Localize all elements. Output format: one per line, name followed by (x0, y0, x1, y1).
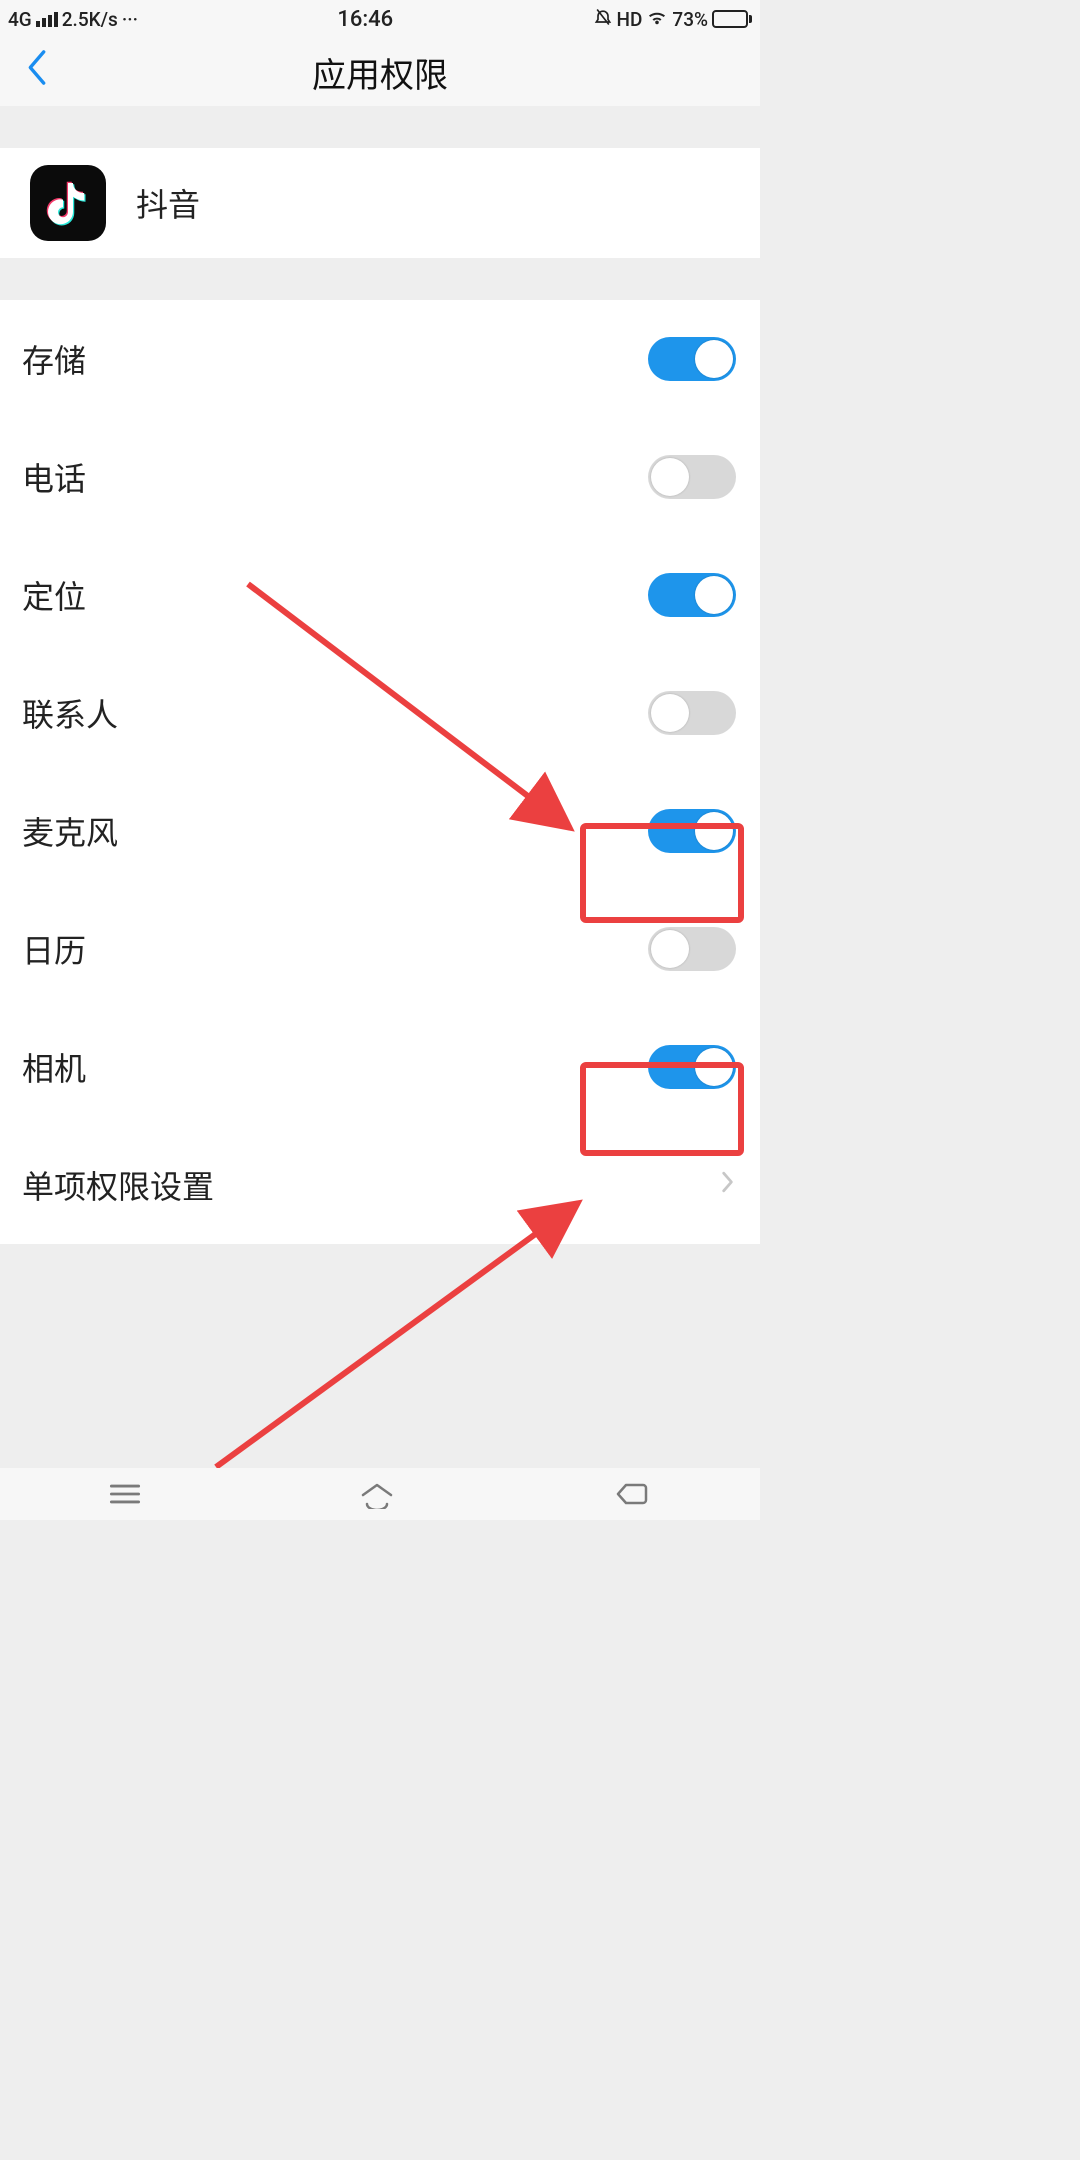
network-speed: 2.5K/s (62, 8, 118, 31)
perm-contacts: 联系人 (0, 654, 760, 772)
perm-camera: 相机 (0, 1008, 760, 1126)
title-bar: 应用权限 (0, 38, 760, 106)
toggle-calendar[interactable] (648, 927, 736, 971)
perm-storage: 存储 (0, 300, 760, 418)
perm-label: 联系人 (22, 690, 118, 736)
toggle-microphone[interactable] (648, 809, 736, 853)
toggle-phone[interactable] (648, 455, 736, 499)
perm-label: 日历 (22, 926, 86, 972)
perm-label: 相机 (22, 1044, 86, 1090)
app-name: 抖音 (136, 180, 200, 226)
douyin-icon (30, 165, 106, 241)
perm-label: 定位 (22, 572, 86, 618)
page-title: 应用权限 (312, 48, 448, 97)
perm-label: 电话 (22, 454, 86, 500)
hd-label: HD (617, 8, 643, 31)
network-type: 4G (8, 8, 32, 31)
perm-advanced[interactable]: 单项权限设置 (0, 1126, 760, 1244)
toggle-storage[interactable] (648, 337, 736, 381)
permission-list: 存储 电话 定位 联系人 麦克风 日历 相机 单项权限设置 (0, 300, 760, 1244)
toggle-location[interactable] (648, 573, 736, 617)
battery-icon (712, 10, 752, 28)
app-header-row: 抖音 (0, 148, 760, 258)
nav-home-button[interactable] (357, 1479, 397, 1509)
back-button[interactable] (20, 49, 54, 96)
nav-recents-button[interactable] (108, 1480, 142, 1508)
toggle-camera[interactable] (648, 1045, 736, 1089)
wifi-icon (646, 8, 668, 31)
perm-phone: 电话 (0, 418, 760, 536)
system-nav-bar (0, 1468, 760, 1520)
battery-percent: 73% (672, 8, 708, 31)
status-bar: 4G 2.5K/s ··· 16:46 HD 73% (0, 0, 760, 38)
toggle-contacts[interactable] (648, 691, 736, 735)
dnd-icon (593, 7, 613, 32)
perm-advanced-label: 单项权限设置 (22, 1162, 214, 1208)
chevron-right-icon (720, 1171, 736, 1199)
signal-icon (36, 12, 58, 27)
perm-calendar: 日历 (0, 890, 760, 1008)
clock: 16:46 (337, 7, 393, 32)
more-dots: ··· (122, 8, 138, 31)
perm-location: 定位 (0, 536, 760, 654)
perm-microphone: 麦克风 (0, 772, 760, 890)
perm-label: 存储 (22, 336, 86, 382)
perm-label: 麦克风 (22, 808, 118, 854)
nav-back-button[interactable] (612, 1480, 652, 1508)
